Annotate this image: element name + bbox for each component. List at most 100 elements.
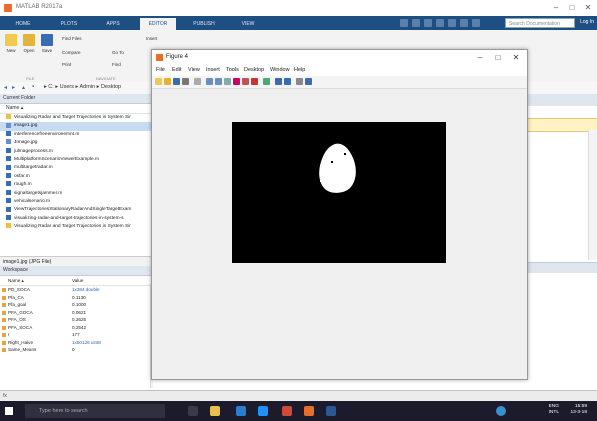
workspace-name-header[interactable]: Name ▴ [8,276,24,285]
file-list-item[interactable]: JImage.jpg [0,139,152,147]
file-explorer-icon[interactable] [210,406,220,416]
breadcrumb-admin[interactable]: Admin [80,84,96,90]
file-list-item[interactable]: Visualizing Radar and Target Trajectorie… [0,114,152,122]
back-arrow-icon[interactable]: ◂ [4,84,7,91]
workspace-variable-row[interactable]: r 177 [0,331,160,339]
editor-scrollbar[interactable] [588,130,597,260]
zoom-in-icon[interactable] [206,78,213,85]
forward-arrow-icon[interactable]: ▸ [12,84,15,91]
tab-apps[interactable]: APPS [96,18,130,30]
link-plot-icon[interactable] [263,78,270,85]
breadcrumb-c[interactable]: C: [48,84,54,90]
quick-copy-icon[interactable] [424,19,432,27]
variable-value[interactable]: 1x384 double [72,286,100,294]
new-button[interactable]: New [4,34,18,53]
zoom-out-icon[interactable] [215,78,222,85]
edit-plot-icon[interactable] [194,78,201,85]
quick-help-icon[interactable] [472,19,480,27]
workspace-value-header[interactable]: Value [72,276,83,285]
file-list-item[interactable]: Visualizing Radar and Target Trajectorie… [0,223,152,231]
breadcrumb-users[interactable]: Users [60,84,74,90]
maximize-button[interactable]: □ [565,2,579,14]
file-list-item[interactable]: rough.m [0,181,152,189]
variable-value[interactable]: 1x50126 uint8 [72,339,101,347]
file-list-item[interactable]: vehicalsenario.m [0,198,152,206]
find-button[interactable]: Find [112,62,121,67]
insert-colorbar-icon[interactable] [275,78,282,85]
up-folder-icon[interactable]: ▴ [22,84,25,91]
menu-insert[interactable]: Insert [206,67,220,73]
command-window-prompt[interactable]: fx [0,390,597,401]
workspace-variable-row[interactable]: Same_Means 0 [0,346,160,354]
menu-help[interactable]: Help [294,67,305,73]
menu-edit[interactable]: Edit [172,67,181,73]
image-axes[interactable] [232,122,446,263]
quick-paste-icon[interactable] [436,19,444,27]
user-avatar-icon[interactable] [496,406,506,416]
open-button[interactable]: Open [22,34,36,53]
breadcrumb-desktop[interactable]: Desktop [101,84,121,90]
show-plot-tools-icon[interactable] [305,78,312,85]
insert-legend-icon[interactable] [284,78,291,85]
figure-minimize-button[interactable]: – [473,52,487,63]
workspace-variable-row[interactable]: Pfa_CA 0.1130 [0,294,160,302]
brush-icon[interactable] [251,78,258,85]
tab-publish[interactable]: PUBLISH [186,18,222,30]
workspace-variable-row[interactable]: Right_Halve 1x50126 uint8 [0,339,160,347]
edge-browser-icon[interactable] [236,406,246,416]
file-list-item[interactable]: osfar.m [0,172,152,181]
task-view-icon[interactable] [188,406,198,416]
rotate-3d-icon[interactable] [233,78,240,85]
print-button[interactable]: Print [62,62,71,67]
menu-window[interactable]: Window [270,67,290,73]
menu-file[interactable]: File [156,67,165,73]
workspace-variable-row[interactable]: PFA_OS 0.2625 [0,316,160,324]
new-figure-icon[interactable] [155,78,162,85]
matlab-taskbar-icon[interactable] [304,406,314,416]
language-indicator[interactable]: ENG INTL [549,404,559,416]
save-button[interactable]: Save [40,34,54,53]
start-button[interactable] [5,407,13,415]
file-list-item[interactable]: ViewTrajectoriesStationaryRadarAndSingle… [0,206,152,214]
login-link[interactable]: Log In [580,19,594,25]
taskbar-clock[interactable]: 15:59 13-3-18 [570,404,587,416]
tab-home[interactable]: HOME [6,18,40,30]
file-list-item[interactable]: image1.jpg [0,122,152,131]
workspace-variable-row[interactable]: PFA_SOCA 0.2542 [0,324,160,332]
office-icon[interactable] [282,406,292,416]
workspace-variable-row[interactable]: PFA_GOCA 0.0621 [0,309,160,317]
quick-undo-icon[interactable] [448,19,456,27]
details-bar[interactable]: image1.jpg (JPG File) [0,256,152,266]
workspace-variable-row[interactable]: Pfa_goal 0.1000 [0,301,160,309]
word-icon[interactable] [326,406,336,416]
data-cursor-icon[interactable] [242,78,249,85]
tab-view[interactable]: VIEW [232,18,264,30]
save-figure-icon[interactable] [173,78,180,85]
file-list-item[interactable]: visualizing-radar-and-target-trajectorie… [0,214,152,223]
menu-view[interactable]: View [188,67,200,73]
quick-cut-icon[interactable] [412,19,420,27]
figure-close-button[interactable]: ✕ [509,52,523,63]
tab-editor[interactable]: EDITOR [140,18,176,30]
tab-plots[interactable]: PLOTS [52,18,86,30]
search-documentation-input[interactable]: Search Documentation [505,18,575,28]
file-list-item[interactable]: multitargetradar.m [0,164,152,172]
menu-desktop[interactable]: Desktop [244,67,264,73]
hide-plot-tools-icon[interactable] [296,78,303,85]
close-button[interactable]: ✕ [581,2,595,14]
pan-icon[interactable] [224,78,231,85]
file-list-item[interactable]: interferencefreeenvironemnt.m [0,131,152,139]
go-to-button[interactable]: Go To [112,50,124,55]
workspace-variable-row[interactable]: PD_SOCA 1x384 double [0,286,160,294]
browse-folder-icon[interactable]: ▪ [32,84,34,90]
taskbar-search-input[interactable]: Type here to search [25,404,165,418]
quick-save-icon[interactable] [400,19,408,27]
open-file-icon[interactable] [164,78,171,85]
file-list-item[interactable]: signaltargetsjammer.m [0,189,152,198]
figure-maximize-button[interactable]: □ [491,52,505,63]
file-list-item[interactable]: MultiplatformScenarioViewerExample.m [0,156,152,164]
print-figure-icon[interactable] [182,78,189,85]
name-column-header[interactable]: Name ▴ [0,104,152,114]
file-list-item[interactable]: julmageprocess.m [0,147,152,156]
compare-button[interactable]: Compare [62,50,81,55]
